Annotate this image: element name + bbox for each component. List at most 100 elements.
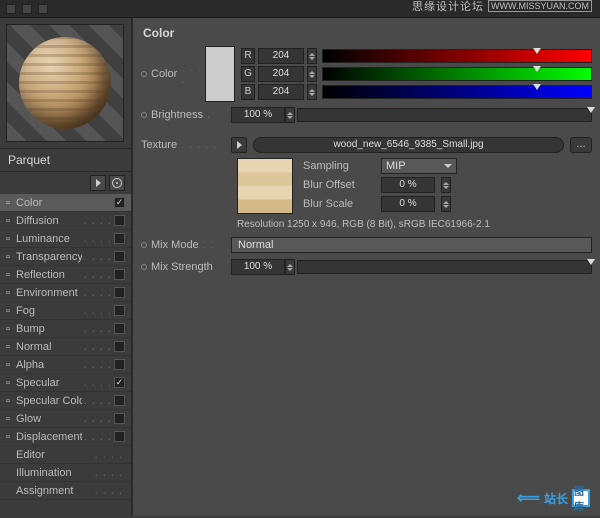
channel-color[interactable]: ▫Color . . . .✓: [0, 194, 131, 212]
channel-label: Normal: [16, 341, 82, 353]
channel-checkbox[interactable]: [114, 251, 125, 262]
channel-label: Glow: [16, 413, 82, 425]
blurscale-label: Blur Scale: [303, 198, 375, 210]
arrow-right-icon: [96, 179, 101, 187]
channel-label: Illumination: [16, 467, 93, 479]
channel-specular[interactable]: ▫Specular . . . .✓: [0, 374, 131, 392]
sampling-dropdown[interactable]: MIP: [381, 158, 457, 174]
preview-sphere: [19, 37, 111, 129]
channel-label: Bump: [16, 323, 82, 335]
expand-icon: ▫: [6, 251, 16, 263]
r-slider[interactable]: [322, 49, 592, 63]
channel-checkbox[interactable]: [114, 215, 125, 226]
brightness-slider[interactable]: [297, 108, 592, 122]
toolbar-btn[interactable]: [6, 4, 16, 14]
channel-checkbox[interactable]: [114, 323, 125, 334]
texture-thumbnail[interactable]: [237, 158, 293, 214]
expand-icon: ▫: [6, 215, 16, 227]
channel-specular-color[interactable]: ▫Specular Color . . . .: [0, 392, 131, 410]
channel-alpha[interactable]: ▫Alpha . . . .: [0, 356, 131, 374]
channel-editor[interactable]: Editor . . . .: [0, 446, 131, 464]
expand-icon: ▫: [6, 233, 16, 245]
channel-luminance[interactable]: ▫Luminance . . . .: [0, 230, 131, 248]
anim-dot-icon[interactable]: [141, 71, 147, 77]
chevron-down-icon: [444, 164, 452, 168]
anim-dot-icon[interactable]: [141, 242, 147, 248]
toolbar-btn[interactable]: [22, 4, 32, 14]
channel-bump[interactable]: ▫Bump . . . .: [0, 320, 131, 338]
brightness-spinner[interactable]: [285, 107, 295, 123]
channel-checkbox[interactable]: [114, 359, 125, 370]
texture-filename[interactable]: wood_new_6546_9385_Small.jpg: [253, 137, 564, 153]
channel-environment[interactable]: ▫Environment . . . .: [0, 284, 131, 302]
channel-label: Environment: [16, 287, 82, 299]
expand-icon: ▫: [6, 269, 16, 281]
channel-checkbox[interactable]: [114, 305, 125, 316]
browse-button[interactable]: ...: [570, 137, 592, 153]
expand-icon: ▫: [6, 359, 16, 371]
mixstrength-field[interactable]: 100 %: [231, 259, 285, 275]
b-slider[interactable]: [322, 85, 592, 99]
channel-checkbox[interactable]: ✓: [114, 197, 125, 208]
channel-checkbox[interactable]: [114, 431, 125, 442]
color-swatch[interactable]: [205, 46, 235, 102]
mixmode-label: Mix Mode: [151, 239, 199, 251]
channel-diffusion[interactable]: ▫Diffusion . . . .: [0, 212, 131, 230]
channel-checkbox[interactable]: [114, 413, 125, 424]
target-icon: [112, 178, 122, 188]
brightness-field[interactable]: 100 %: [231, 107, 285, 123]
b-label: B: [241, 84, 255, 100]
picker-btn[interactable]: [109, 175, 125, 191]
mixmode-dropdown[interactable]: Normal: [231, 237, 592, 253]
mixstrength-spinner[interactable]: [285, 259, 295, 275]
mixstrength-slider[interactable]: [297, 260, 592, 274]
expand-icon: ▫: [6, 197, 16, 209]
material-name[interactable]: Parquet: [0, 148, 131, 172]
next-btn[interactable]: [90, 175, 106, 191]
r-label: R: [241, 48, 255, 64]
channel-label: Assignment: [16, 485, 93, 497]
expand-icon: ▫: [6, 305, 16, 317]
blurscale-spinner[interactable]: [441, 196, 451, 212]
texture-arrow-btn[interactable]: [231, 137, 247, 153]
material-preview[interactable]: [6, 24, 124, 142]
channel-normal[interactable]: ▫Normal . . . .: [0, 338, 131, 356]
channel-checkbox[interactable]: [114, 233, 125, 244]
bluroffset-field[interactable]: 0 %: [381, 177, 435, 193]
channel-displacement[interactable]: ▫Displacement . . . .: [0, 428, 131, 446]
anim-dot-icon[interactable]: [141, 112, 147, 118]
b-spinner[interactable]: [307, 84, 317, 100]
channel-checkbox[interactable]: ✓: [114, 377, 125, 388]
g-spinner[interactable]: [307, 66, 317, 82]
channel-checkbox[interactable]: [114, 341, 125, 352]
channel-checkbox[interactable]: [114, 269, 125, 280]
channel-label: Specular: [16, 377, 82, 389]
g-slider[interactable]: [322, 67, 592, 81]
watermark-url: WWW.MISSYUAN.COM: [488, 0, 592, 12]
channel-illumination[interactable]: Illumination . . . .: [0, 464, 131, 482]
channel-fog[interactable]: ▫Fog . . . .: [0, 302, 131, 320]
channel-assignment[interactable]: Assignment . . . .: [0, 482, 131, 500]
channel-label: Transparency: [16, 251, 82, 263]
channel-label: Alpha: [16, 359, 82, 371]
channel-glow[interactable]: ▫Glow . . . .: [0, 410, 131, 428]
r-field[interactable]: 204: [258, 48, 304, 64]
b-field[interactable]: 204: [258, 84, 304, 100]
bluroffset-label: Blur Offset: [303, 179, 375, 191]
channel-checkbox[interactable]: [114, 287, 125, 298]
expand-icon: ▫: [6, 377, 16, 389]
toolbar-btn[interactable]: [38, 4, 48, 14]
blurscale-field[interactable]: 0 %: [381, 196, 435, 212]
channel-transparency[interactable]: ▫Transparency . . . .: [0, 248, 131, 266]
bluroffset-spinner[interactable]: [441, 177, 451, 193]
channel-checkbox[interactable]: [114, 395, 125, 406]
channel-label: Displacement: [16, 431, 82, 443]
right-panel: Color Color . . . . R 204 G 204 B: [132, 18, 600, 516]
channel-reflection[interactable]: ▫Reflection . . . .: [0, 266, 131, 284]
channel-label: Diffusion: [16, 215, 82, 227]
watermark-cn: 思缘设计论坛: [412, 0, 484, 14]
anim-dot-icon[interactable]: [141, 264, 147, 270]
g-field[interactable]: 204: [258, 66, 304, 82]
r-spinner[interactable]: [307, 48, 317, 64]
expand-icon: ▫: [6, 395, 16, 407]
